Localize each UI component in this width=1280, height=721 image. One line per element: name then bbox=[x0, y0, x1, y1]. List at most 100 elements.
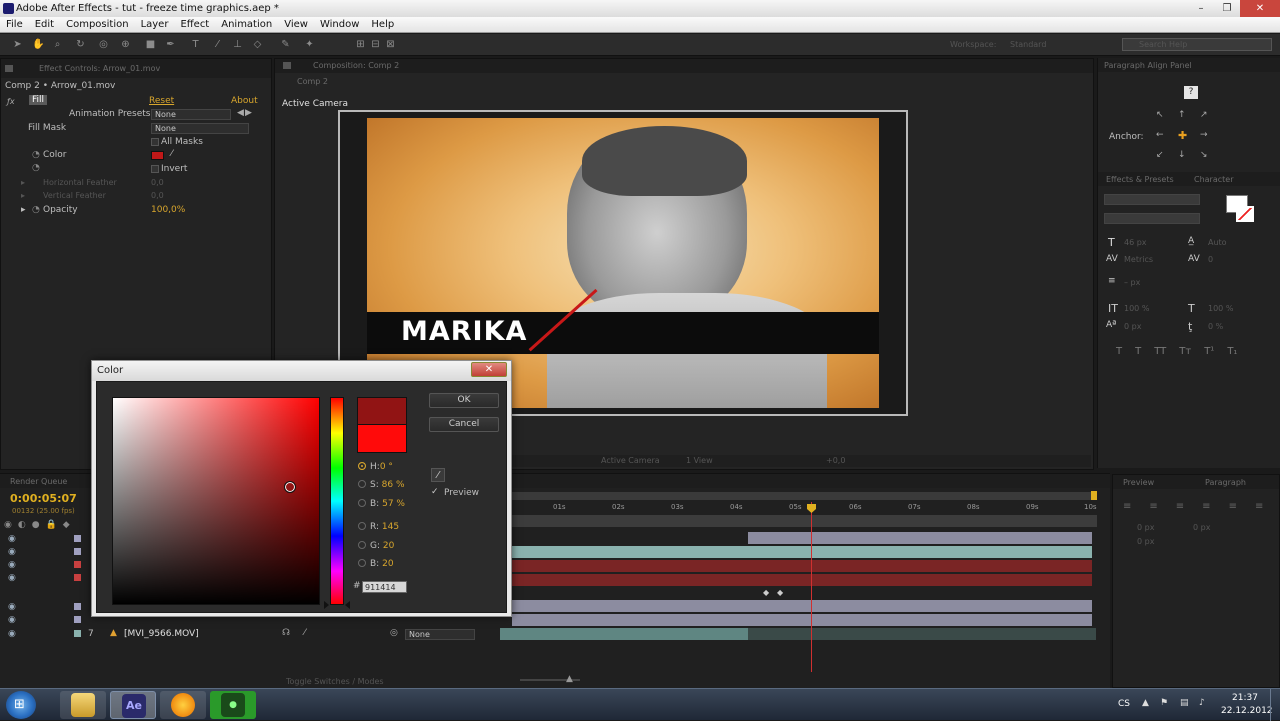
superscript-icon[interactable]: T¹ bbox=[1204, 346, 1214, 357]
tab-effect-controls[interactable]: Effect Controls: Arrow_01.mov bbox=[39, 64, 160, 73]
rotation-tool-icon[interactable]: ↻ bbox=[75, 39, 86, 50]
justify-left-icon[interactable]: ≡ bbox=[1202, 501, 1210, 512]
layer-3-bar[interactable] bbox=[512, 560, 1092, 572]
maximize-button[interactable]: ❐ bbox=[1214, 0, 1240, 17]
menu-effect[interactable]: Effect bbox=[180, 17, 209, 32]
layer-label-color[interactable] bbox=[74, 616, 81, 623]
axis-mode-icon[interactable]: ⊞ bbox=[355, 39, 366, 50]
show-hidden-icons-icon[interactable]: ▲ bbox=[1142, 698, 1149, 708]
taskbar-explorer[interactable] bbox=[60, 691, 106, 719]
faux-italic-icon[interactable]: T bbox=[1135, 346, 1141, 357]
exposure-value[interactable]: +0,0 bbox=[826, 456, 845, 465]
tab-paragraph[interactable]: Paragraph bbox=[1205, 478, 1246, 487]
audio-toggle-icon[interactable]: ◐ bbox=[18, 520, 26, 530]
panel-menu-icon[interactable] bbox=[5, 65, 13, 72]
anchor-grid[interactable]: ↖ ↑ ↗ ← ✚ → ↙ ↓ ↘ bbox=[1154, 108, 1218, 164]
layer-visibility-icon[interactable]: ◉ bbox=[8, 560, 16, 570]
volume-icon[interactable]: ♪ bbox=[1199, 698, 1205, 708]
color-stopwatch-icon[interactable]: ◔ bbox=[32, 150, 40, 160]
tracking-value[interactable]: 0 bbox=[1208, 255, 1213, 264]
blue-field-row[interactable]: B: 20 bbox=[358, 558, 394, 570]
color-picker-cursor[interactable] bbox=[284, 481, 296, 493]
all-caps-icon[interactable]: TT bbox=[1154, 346, 1166, 357]
layer-7-visibility-icon[interactable]: ◉ bbox=[8, 629, 16, 639]
current-timecode[interactable]: 0:00:05:07 bbox=[10, 492, 77, 505]
layer-7-label-color[interactable] bbox=[74, 630, 81, 637]
animation-presets-dropdown[interactable]: None bbox=[151, 109, 231, 120]
camera-tool-icon[interactable]: ◎ bbox=[98, 39, 109, 50]
tab-character[interactable]: Character bbox=[1194, 175, 1234, 184]
layer-label-color[interactable] bbox=[74, 574, 81, 581]
leading-value[interactable]: Auto bbox=[1208, 238, 1227, 247]
effect-name[interactable]: Fill bbox=[29, 95, 48, 105]
color-dialog-close-button[interactable]: ✕ bbox=[471, 362, 507, 377]
font-size-value[interactable]: 46 px bbox=[1124, 238, 1147, 247]
layer-7-bar-left[interactable] bbox=[500, 628, 748, 640]
layer-7-parent-icon[interactable]: ◎ bbox=[390, 628, 398, 638]
layer-6-bar[interactable] bbox=[512, 614, 1092, 626]
blue-radio[interactable] bbox=[358, 559, 366, 567]
puppet-pin-tool-icon[interactable]: ✦ bbox=[304, 39, 315, 50]
clock-time[interactable]: 21:37 bbox=[1232, 693, 1258, 703]
saturation-radio[interactable] bbox=[358, 480, 366, 488]
video-toggle-icon[interactable]: ◉ bbox=[4, 520, 12, 530]
saturation-brightness-field[interactable] bbox=[112, 397, 320, 605]
about-link[interactable]: About bbox=[231, 96, 258, 106]
anchor-tr-icon[interactable]: ↗ bbox=[1200, 110, 1208, 120]
pen-tool-icon[interactable]: ✒ bbox=[165, 39, 176, 50]
show-desktop-button[interactable] bbox=[1270, 689, 1280, 721]
layer-2-bar[interactable] bbox=[512, 546, 1092, 558]
hue-slider-right-arrow-icon[interactable] bbox=[345, 601, 350, 609]
layer-7-fx-icon[interactable]: ⁄ bbox=[304, 628, 306, 638]
zoom-tool-icon[interactable]: ⌕ bbox=[52, 39, 63, 50]
menu-view[interactable]: View bbox=[284, 17, 308, 32]
invert-checkbox[interactable] bbox=[151, 165, 159, 173]
network-icon[interactable]: ▤ bbox=[1180, 698, 1189, 708]
layer-5-bar[interactable] bbox=[512, 600, 1092, 612]
playhead-line[interactable] bbox=[811, 502, 812, 672]
justify-right-icon[interactable]: ≡ bbox=[1255, 501, 1263, 512]
rectangle-tool-icon[interactable]: ■ bbox=[145, 39, 156, 50]
vertical-feather-value[interactable]: 0,0 bbox=[151, 191, 164, 200]
layer-label-color[interactable] bbox=[74, 561, 81, 568]
taskbar-recorder[interactable]: ● bbox=[210, 691, 256, 719]
color-swatch[interactable] bbox=[151, 151, 164, 160]
anchor-br-icon[interactable]: ↘ bbox=[1200, 150, 1208, 160]
horizontal-scale-value[interactable]: 100 % bbox=[1208, 304, 1233, 313]
fill-mask-dropdown[interactable]: None bbox=[151, 123, 249, 134]
horizontal-feather-value[interactable]: 0,0 bbox=[151, 178, 164, 187]
search-help-field[interactable]: Search Help bbox=[1122, 38, 1272, 51]
layer-visibility-icon[interactable]: ◉ bbox=[8, 602, 16, 612]
preset-prev-icon[interactable]: ◀ bbox=[237, 108, 244, 118]
layer-7-name[interactable]: [MVI_9566.MOV] bbox=[124, 629, 199, 639]
solo-toggle-icon[interactable]: ● bbox=[32, 520, 40, 530]
layer-visibility-icon[interactable]: ◉ bbox=[8, 615, 16, 625]
blue-value[interactable]: 20 bbox=[382, 559, 393, 569]
preview-checkbox[interactable]: ✓ bbox=[431, 488, 439, 497]
work-area-bar[interactable] bbox=[512, 492, 1097, 500]
zoom-in-icon[interactable]: ▲ bbox=[566, 674, 573, 684]
anchor-r-icon[interactable]: → bbox=[1200, 130, 1208, 140]
original-color-swatch[interactable] bbox=[357, 425, 407, 453]
faux-bold-icon[interactable]: T bbox=[1116, 346, 1122, 357]
camera-view-dropdown[interactable]: Active Camera bbox=[601, 456, 660, 465]
menu-file[interactable]: File bbox=[6, 17, 23, 32]
selection-tool-icon[interactable]: ➤ bbox=[12, 39, 23, 50]
tab-effects-presets[interactable]: Effects & Presets bbox=[1106, 175, 1174, 184]
saturation-value[interactable]: 86 % bbox=[382, 480, 405, 490]
red-field-row[interactable]: R: 145 bbox=[358, 521, 399, 533]
hue-slider[interactable] bbox=[330, 397, 344, 605]
subscript-icon[interactable]: T₁ bbox=[1227, 346, 1237, 357]
green-value[interactable]: 20 bbox=[383, 541, 394, 551]
comp-subtab[interactable]: Comp 2 bbox=[297, 77, 328, 86]
anchor-b-icon[interactable]: ↓ bbox=[1178, 150, 1186, 160]
hue-slider-left-arrow-icon[interactable] bbox=[324, 601, 329, 609]
workspace-dropdown[interactable]: Standard bbox=[1010, 40, 1046, 49]
work-area-end-handle[interactable] bbox=[1091, 491, 1097, 500]
layer-7-shy-icon[interactable]: ☊ bbox=[282, 628, 290, 638]
brightness-field-row[interactable]: B: 57 % bbox=[358, 498, 405, 510]
minimize-button[interactable]: – bbox=[1188, 0, 1214, 17]
saturation-field-row[interactable]: S: 86 % bbox=[358, 479, 405, 491]
hue-field-row[interactable]: H:0 ° bbox=[358, 461, 393, 473]
keyframe-icon[interactable]: ◆ bbox=[777, 588, 783, 597]
